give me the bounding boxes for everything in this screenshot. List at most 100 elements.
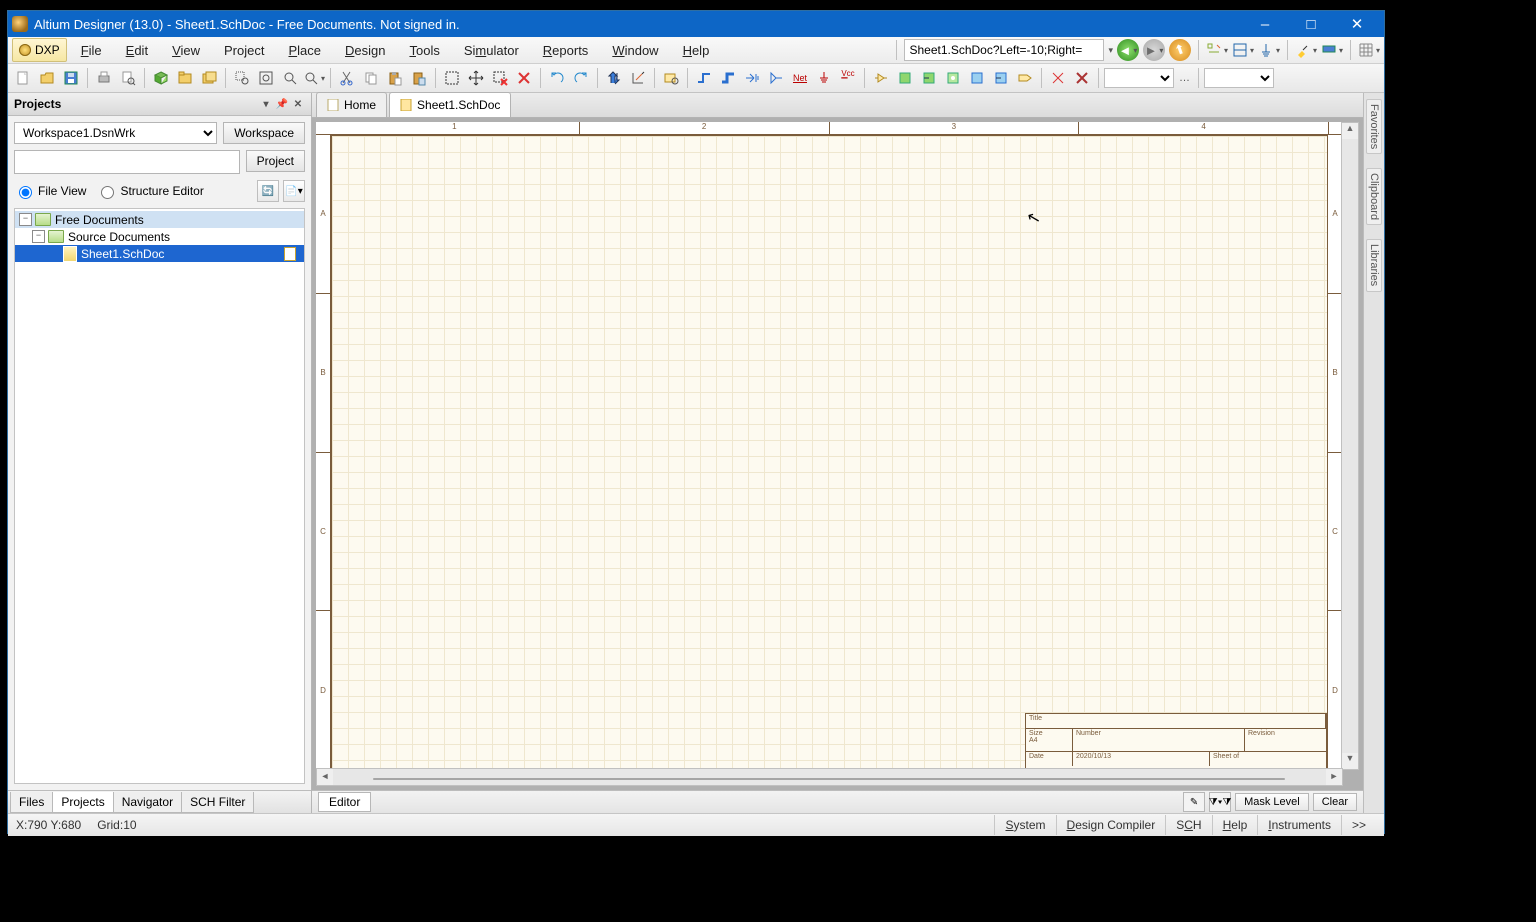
sb-system[interactable]: System xyxy=(994,815,1055,835)
deselect-button[interactable] xyxy=(489,67,511,89)
highlight-tool-icon[interactable]: ✎ xyxy=(1183,792,1205,812)
scroll-right-icon[interactable]: ► xyxy=(1326,769,1342,785)
address-input[interactable] xyxy=(904,39,1104,61)
place-bus-entry-button[interactable] xyxy=(741,67,763,89)
tab-favorites[interactable]: Favorites xyxy=(1366,99,1382,154)
schematic-grid[interactable]: ↖ Title Size A4 Number Revision xyxy=(331,135,1328,770)
paste-button[interactable] xyxy=(384,67,406,89)
place-signal-harness-button[interactable] xyxy=(765,67,787,89)
ellipsis-button[interactable]: … xyxy=(1176,72,1193,84)
close-button[interactable]: ✕ xyxy=(1334,11,1380,37)
nav-forward-button[interactable]: ► xyxy=(1143,39,1165,61)
place-no-erc-button[interactable] xyxy=(1047,67,1069,89)
dxp-menu[interactable]: DXP xyxy=(12,38,67,62)
scrollbar-thumb[interactable] xyxy=(373,778,1285,780)
redo-button[interactable] xyxy=(570,67,592,89)
zoom-dropdown-button[interactable] xyxy=(303,67,325,89)
tree-sheet1[interactable]: Sheet1.SchDoc xyxy=(15,245,304,262)
filter-icon[interactable]: ⧩▾⧩ xyxy=(1209,792,1231,812)
cut-button[interactable] xyxy=(336,67,358,89)
schematic-sheet[interactable]: 1 2 3 4 A B C D ↖ xyxy=(316,122,1343,770)
place-harness-connector-button[interactable] xyxy=(966,67,988,89)
selection-mode-button[interactable] xyxy=(1232,39,1254,61)
place-bus-button[interactable] xyxy=(717,67,739,89)
menu-project[interactable]: Project xyxy=(214,39,274,62)
place-sheet-entry-button[interactable] xyxy=(918,67,940,89)
tab-sch-filter[interactable]: SCH Filter xyxy=(181,792,254,813)
workspace-button-panel[interactable]: Workspace xyxy=(223,122,305,144)
tab-sheet1[interactable]: Sheet1.SchDoc xyxy=(389,92,511,117)
cross-probe-button[interactable] xyxy=(627,67,649,89)
scroll-left-icon[interactable]: ◄ xyxy=(317,769,333,785)
place-harness-entry-button[interactable] xyxy=(990,67,1012,89)
menu-simulator[interactable]: Simulator xyxy=(454,39,529,62)
print-button[interactable] xyxy=(93,67,115,89)
panel-close-icon[interactable]: ✕ xyxy=(291,99,305,110)
open-button[interactable] xyxy=(36,67,58,89)
sb-sch[interactable]: SCH xyxy=(1165,815,1211,835)
menu-help[interactable]: Help xyxy=(673,39,720,62)
place-part-button[interactable] xyxy=(870,67,892,89)
nav-home-button[interactable]: ⬆ xyxy=(1166,36,1194,64)
collapse-icon[interactable]: − xyxy=(19,213,32,226)
zoom-area-button[interactable] xyxy=(231,67,253,89)
zoom-selected-button[interactable] xyxy=(279,67,301,89)
menu-edit[interactable]: Edit xyxy=(116,39,158,62)
sb-instruments[interactable]: Instruments xyxy=(1257,815,1341,835)
workspace-dropdown[interactable]: Workspace1.DsnWrk xyxy=(14,122,217,144)
undo-button[interactable] xyxy=(546,67,568,89)
maximize-button[interactable]: □ xyxy=(1288,11,1334,37)
menu-file[interactable]: File xyxy=(71,39,112,62)
mask-level-button[interactable]: Mask Level xyxy=(1235,793,1309,811)
menu-view[interactable]: View xyxy=(162,39,210,62)
sb-design-compiler[interactable]: Design Compiler xyxy=(1056,815,1166,835)
panel-dropdown-icon[interactable]: ▾ xyxy=(259,99,273,110)
menu-design[interactable]: Design xyxy=(335,39,395,62)
power-ground-button[interactable] xyxy=(1258,39,1280,61)
clear-selection-button[interactable] xyxy=(513,67,535,89)
scroll-down-icon[interactable]: ▼ xyxy=(1342,753,1358,769)
project-button[interactable]: Project xyxy=(246,150,305,172)
combo-1[interactable] xyxy=(1104,68,1174,88)
combo-2[interactable] xyxy=(1204,68,1274,88)
selection-filter-button[interactable] xyxy=(1206,39,1228,61)
place-net-label-button[interactable]: Net xyxy=(789,67,811,89)
projects-panel-header[interactable]: Projects ▾ 📌 ✕ xyxy=(8,93,311,116)
refresh-tree-button[interactable]: 🔄 xyxy=(257,180,279,202)
tab-clipboard[interactable]: Clipboard xyxy=(1366,168,1382,225)
tab-files[interactable]: Files xyxy=(10,792,53,813)
menu-place[interactable]: Place xyxy=(278,39,331,62)
file-view-radio[interactable]: File View xyxy=(14,183,86,199)
print-preview-button[interactable] xyxy=(117,67,139,89)
menu-reports[interactable]: Reports xyxy=(533,39,599,62)
place-port-button[interactable] xyxy=(1014,67,1036,89)
structure-editor-radio[interactable]: Structure Editor xyxy=(96,183,203,199)
tab-navigator[interactable]: Navigator xyxy=(113,792,182,813)
place-gnd-button[interactable] xyxy=(813,67,835,89)
scroll-up-icon[interactable]: ▲ xyxy=(1342,123,1358,139)
workspace-button[interactable] xyxy=(150,67,172,89)
place-sheet-symbol-button[interactable] xyxy=(894,67,916,89)
collapse-icon[interactable]: − xyxy=(32,230,45,243)
clear-button[interactable]: Clear xyxy=(1313,793,1357,811)
highlight-pen-button[interactable] xyxy=(1295,39,1317,61)
project-tree[interactable]: − Free Documents − Source Documents Shee… xyxy=(14,208,305,784)
browse-components-button[interactable] xyxy=(660,67,682,89)
place-generic-no-erc-button[interactable] xyxy=(1071,67,1093,89)
open-project-button[interactable] xyxy=(174,67,196,89)
tree-options-button[interactable]: 📄▾ xyxy=(283,180,305,202)
save-button[interactable] xyxy=(60,67,82,89)
place-wire-button[interactable] xyxy=(693,67,715,89)
project-filter-input[interactable] xyxy=(14,150,240,174)
color-swatch-button[interactable] xyxy=(1321,39,1343,61)
zoom-fit-button[interactable] xyxy=(255,67,277,89)
new-doc-button[interactable] xyxy=(12,67,34,89)
grid-button[interactable] xyxy=(1358,39,1380,61)
copy-button[interactable] xyxy=(360,67,382,89)
tree-source-documents[interactable]: − Source Documents xyxy=(15,228,304,245)
address-dropdown-icon[interactable]: ▾ xyxy=(1108,45,1113,56)
sb-more[interactable]: >> xyxy=(1341,815,1376,835)
sb-help[interactable]: Help xyxy=(1212,815,1258,835)
vertical-scrollbar[interactable]: ▲ ▼ xyxy=(1341,122,1359,770)
place-device-sheet-button[interactable] xyxy=(942,67,964,89)
